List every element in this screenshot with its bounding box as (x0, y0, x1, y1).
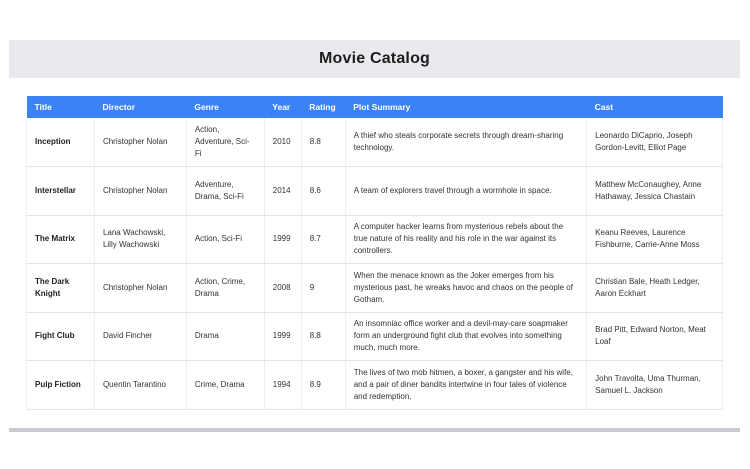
cell-plot: A thief who steals corporate secrets thr… (345, 118, 588, 167)
cell-rating: 9 (301, 263, 346, 313)
cell-year: 1999 (264, 312, 302, 361)
page-title: Movie Catalog (318, 50, 431, 67)
cell-title: The Dark Knight (26, 263, 95, 313)
cell-year: 1999 (264, 215, 302, 264)
cell-plot: An insomniac office worker and a devil-m… (345, 312, 588, 361)
cell-genre: Action, Adventure, Sci-Fi (186, 118, 265, 167)
cell-rating: 8.6 (301, 166, 346, 216)
column-header-title[interactable]: Title (27, 96, 95, 118)
table-body: Inception Christopher Nolan Action, Adve… (26, 118, 723, 410)
cell-year: 2008 (264, 263, 302, 313)
cell-rating: 8.8 (301, 312, 346, 361)
cell-plot: A computer hacker learns from mysterious… (345, 215, 588, 264)
table-row: The Matrix Lana Wachowski, Lilly Wachows… (26, 215, 723, 264)
cell-cast: Brad Pitt, Edward Norton, Meat Loaf (586, 312, 723, 361)
cell-rating: 8.7 (301, 215, 346, 264)
table-row: Fight Club David Fincher Drama 1999 8.8 … (26, 312, 723, 361)
cell-genre: Action, Sci-Fi (186, 215, 265, 264)
cell-director: Lana Wachowski, Lilly Wachowski (94, 215, 187, 264)
cell-cast: Keanu Reeves, Laurence Fishburne, Carrie… (586, 215, 723, 264)
cell-rating: 8.9 (301, 360, 346, 410)
table-row: Interstellar Christopher Nolan Adventure… (26, 166, 723, 216)
cell-title: Pulp Fiction (26, 360, 95, 410)
column-header-year[interactable]: Year (264, 96, 301, 118)
cell-genre: Crime, Drama (186, 360, 265, 410)
cell-genre: Adventure, Drama, Sci-Fi (186, 166, 265, 216)
column-header-director[interactable]: Director (94, 96, 186, 118)
column-header-genre[interactable]: Genre (186, 96, 264, 118)
cell-rating: 8.8 (301, 118, 346, 167)
cell-director: Christopher Nolan (94, 263, 187, 313)
table-header: Title Director Genre Year Rating Plot Su… (26, 96, 723, 118)
cell-genre: Drama (186, 312, 265, 361)
movie-table: Title Director Genre Year Rating Plot Su… (26, 96, 723, 410)
cell-director: Christopher Nolan (94, 118, 187, 167)
cell-title: Fight Club (26, 312, 95, 361)
column-header-cast[interactable]: Cast (587, 96, 723, 118)
cell-cast: Matthew McConaughey, Anne Hathaway, Jess… (586, 166, 723, 216)
cell-director: Christopher Nolan (94, 166, 187, 216)
cell-title: Inception (26, 118, 95, 167)
cell-plot: When the menace known as the Joker emerg… (345, 263, 588, 313)
cell-cast: Christian Bale, Heath Ledger, Aaron Eckh… (586, 263, 723, 313)
page-header: Movie Catalog (9, 40, 740, 78)
cell-plot: A team of explorers travel through a wor… (345, 166, 588, 216)
table-row: Inception Christopher Nolan Action, Adve… (26, 118, 723, 167)
cell-title: The Matrix (26, 215, 95, 264)
cell-title: Interstellar (26, 166, 95, 216)
cell-cast: Leonardo DiCaprio, Joseph Gordon-Levitt,… (586, 118, 723, 167)
cell-director: Quentin Tarantino (94, 360, 187, 410)
cell-director: David Fincher (94, 312, 187, 361)
column-header-plot-summary[interactable]: Plot Summary (345, 96, 586, 118)
table-row: The Dark Knight Christopher Nolan Action… (26, 263, 723, 313)
cell-genre: Action, Crime, Drama (186, 263, 265, 313)
cell-year: 2010 (264, 118, 302, 167)
cell-cast: John Travolta, Uma Thurman, Samuel L. Ja… (586, 360, 723, 410)
catalog-panel: Movie Catalog Title Director Genre Year … (9, 40, 740, 432)
cell-year: 2014 (264, 166, 302, 216)
cell-year: 1994 (264, 360, 302, 410)
column-header-rating[interactable]: Rating (301, 96, 345, 118)
cell-plot: The lives of two mob hitmen, a boxer, a … (345, 360, 588, 410)
table-row: Pulp Fiction Quentin Tarantino Crime, Dr… (26, 360, 723, 410)
